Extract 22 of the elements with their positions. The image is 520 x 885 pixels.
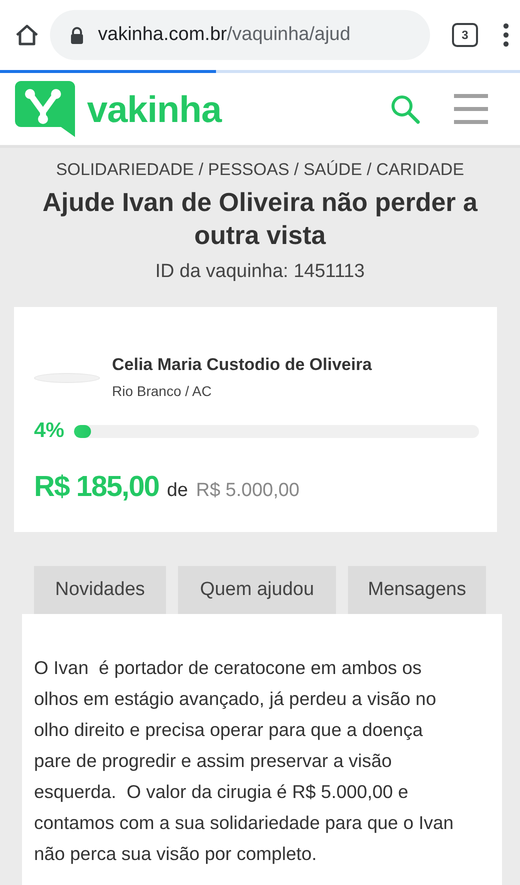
menu-icon[interactable] (502, 23, 510, 47)
url-domain: vakinha.com.br (98, 24, 227, 45)
raised-amount: R$ 185,00 (34, 471, 159, 504)
search-icon[interactable] (390, 94, 420, 124)
of-label: de (166, 480, 188, 502)
tab[interactable]: Quem ajudou (178, 566, 336, 614)
lock-icon (70, 26, 84, 44)
campaign-title: Ajude Ivan de Oliveira não perder a outra vista (42, 186, 479, 252)
url-path: /vaquinha/ajud (226, 24, 350, 45)
address-bar[interactable]: vakinha.com.br/vaquinha/ajud (50, 10, 430, 60)
organizer-name: Celia Maria Custodio de Oliveira (112, 355, 372, 375)
tab[interactable]: Novidades (34, 566, 166, 614)
organizer-location: Rio Branco / AC (112, 383, 212, 399)
logo-icon[interactable] (15, 81, 75, 137)
tab[interactable]: Mensagens (348, 566, 486, 614)
breadcrumb[interactable]: SOLIDARIEDADE / PESSOAS / SAÚDE / CARIDADE (10, 160, 510, 180)
tab-count-button[interactable]: 3 (452, 23, 478, 47)
home-icon[interactable] (14, 22, 40, 48)
description: O Ivan é portador de ceratocone em ambos os olhos em estágio avançado, já perdeu a visão no olho direito e precisa operar para que a doença pare de progredir e assim preservar a visão esquerda. O valor da cirugia é R$ 5.000,00 e contamos com a sua solidariedade para que o Ivan não perca sua visão por completo. (34, 656, 455, 866)
campaign-id: ID da vaquinha: 1451113 (155, 261, 365, 283)
progress-percent: 4% (34, 419, 64, 443)
goal-amount: R$ 5.000,00 (196, 480, 300, 502)
